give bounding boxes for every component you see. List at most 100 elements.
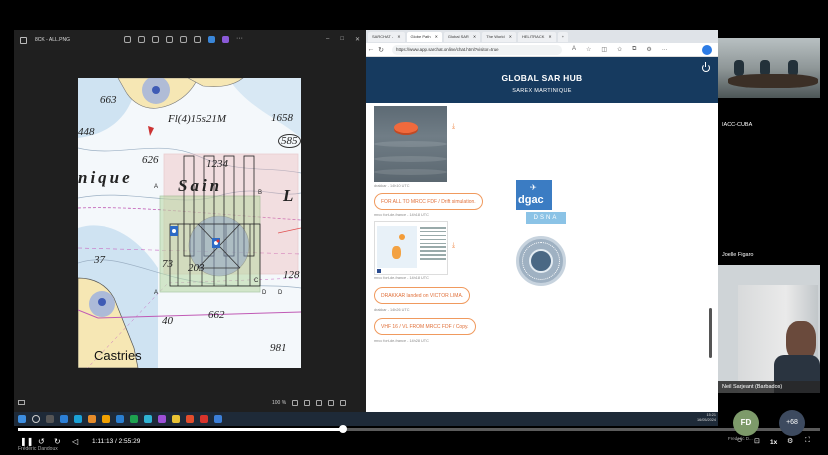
- scrollbar[interactable]: [709, 308, 712, 358]
- chat-message[interactable]: VHF 16 / VL FROM MRCC FDF / Copy.: [374, 318, 476, 335]
- new-tab-button[interactable]: +: [557, 31, 569, 42]
- task-view-icon[interactable]: [46, 415, 54, 423]
- close-tab-icon[interactable]: ✕: [435, 34, 438, 39]
- download-icon[interactable]: ⤓: [452, 123, 455, 131]
- logout-power-icon[interactable]: [702, 62, 710, 72]
- maximize-icon[interactable]: □: [340, 36, 344, 43]
- screen: 8CK - ALL.PNG ··· – □ ✕ 100 % 663 448 62…: [0, 0, 828, 455]
- app-icon[interactable]: [102, 415, 110, 423]
- tab-the-world[interactable]: The World ✕: [482, 31, 516, 42]
- app-icon[interactable]: [130, 415, 138, 423]
- play-pause-icon[interactable]: ❚❚: [20, 437, 33, 446]
- delete-icon[interactable]: [152, 36, 159, 43]
- more-options-icon[interactable]: ···: [236, 35, 246, 43]
- minimize-icon[interactable]: –: [326, 36, 329, 43]
- filmstrip-icon[interactable]: [18, 400, 25, 405]
- playback-speed[interactable]: 1x: [770, 439, 777, 446]
- progress-knob[interactable]: [338, 425, 347, 433]
- chat-document-thumbnail[interactable]: [374, 221, 448, 275]
- depth-label: 1658: [271, 112, 293, 124]
- close-icon[interactable]: ✕: [355, 36, 360, 43]
- split-screen-icon[interactable]: ◫: [601, 46, 607, 53]
- close-tab-icon[interactable]: ✕: [509, 34, 512, 39]
- dgac-logo: ✈ dgac DSNA: [516, 180, 566, 232]
- sector-marker: A: [154, 290, 159, 296]
- back-icon[interactable]: ←: [366, 46, 376, 53]
- designer-icon[interactable]: [222, 36, 229, 43]
- app-icon[interactable]: [214, 415, 222, 423]
- sector-marker: A: [154, 184, 159, 190]
- app-icon[interactable]: [186, 415, 194, 423]
- captions-icon[interactable]: ⊡: [754, 437, 760, 445]
- video-tile-iacc-cuba[interactable]: [718, 38, 820, 98]
- chat-message[interactable]: DRAKKAR landed on VICTOR LIMA.: [374, 287, 471, 304]
- read-aloud-icon[interactable]: A: [572, 46, 576, 53]
- app-icon[interactable]: [74, 415, 82, 423]
- gallery-icon[interactable]: [20, 36, 27, 44]
- refresh-icon[interactable]: ↻: [376, 46, 386, 54]
- url-field[interactable]: https://www.app.sarchat.online/chat.html…: [392, 44, 562, 55]
- system-clock[interactable]: 15:21 16/05/2024: [697, 413, 716, 423]
- app-icon[interactable]: [60, 415, 68, 423]
- favorites-icon[interactable]: ✩: [617, 46, 622, 53]
- app-icon[interactable]: [200, 415, 208, 423]
- chat-photo-liferaft[interactable]: [374, 106, 447, 182]
- cloud-icon[interactable]: [208, 36, 215, 43]
- tab-global-sar[interactable]: Global SAR ✕: [443, 31, 481, 42]
- app-icon[interactable]: [88, 415, 96, 423]
- fullscreen-icon[interactable]: [340, 400, 346, 406]
- town-name: Castries: [94, 348, 142, 363]
- start-icon[interactable]: [18, 415, 26, 423]
- settings-gear-icon[interactable]: ⚙: [787, 437, 793, 445]
- download-icon[interactable]: ⤓: [452, 242, 455, 250]
- app-icon[interactable]: [172, 415, 180, 423]
- reactions-icon[interactable]: ☺: [736, 437, 743, 444]
- zoom-out-icon[interactable]: [292, 400, 298, 406]
- collections-icon[interactable]: ⧉: [632, 46, 636, 53]
- participant-name: IACC-CUBA: [722, 122, 753, 128]
- viewer-statusbar: 100 %: [14, 394, 366, 412]
- progress-fill: [18, 428, 343, 431]
- zoom-in-icon[interactable]: [304, 400, 310, 406]
- playback-progress-bar[interactable]: [18, 425, 820, 433]
- browser-menu-icon[interactable]: …: [662, 46, 668, 53]
- video-tile-barbados[interactable]: Neil Sarjeant (Barbados): [718, 265, 820, 393]
- depth-label: 626: [142, 154, 159, 166]
- chat-message[interactable]: FOR ALL TO MRCC FDF / Drift simulation.: [374, 193, 483, 210]
- rewind-icon[interactable]: ↺: [38, 437, 45, 446]
- url-text: https://www.app.sarchat.online/chat.html…: [396, 47, 499, 52]
- viewer-toolbar: ···: [124, 35, 246, 43]
- place-name: L: [283, 186, 297, 205]
- fit-window-icon[interactable]: [316, 400, 322, 406]
- copilot-icon[interactable]: [702, 45, 712, 55]
- message-text: VHF 16 / VL FROM MRCC FDF / Copy.: [381, 323, 469, 330]
- app-icon[interactable]: [158, 415, 166, 423]
- edit-icon[interactable]: [124, 36, 131, 43]
- viewer-filename: 8CK - ALL.PNG: [35, 37, 71, 43]
- tab-helitrack[interactable]: HELITRACK ✕: [517, 31, 556, 42]
- forward-icon[interactable]: ↻: [54, 437, 61, 446]
- print-icon[interactable]: [194, 36, 201, 43]
- close-tab-icon[interactable]: ✕: [548, 34, 551, 39]
- search-icon[interactable]: [32, 415, 40, 423]
- close-tab-icon[interactable]: ✕: [397, 34, 400, 39]
- rotate-icon[interactable]: [138, 36, 145, 43]
- info-icon[interactable]: [180, 36, 187, 43]
- fullscreen-icon[interactable]: ⛶: [805, 437, 810, 445]
- app-icon[interactable]: [116, 415, 124, 423]
- tab-sarchat[interactable]: SARCHAT - ✕: [368, 31, 405, 42]
- tab-globe-path[interactable]: Globe Path ✕: [406, 31, 442, 42]
- host-name: Frédéric Dandoux: [18, 446, 58, 452]
- favorite-star-icon[interactable]: ☆: [586, 46, 591, 53]
- sector-marker: B: [258, 190, 263, 196]
- more-participants-badge[interactable]: +68: [779, 410, 805, 436]
- volume-icon[interactable]: ◁: [72, 437, 78, 446]
- depth-label: 203: [188, 262, 205, 274]
- favorite-icon[interactable]: [166, 36, 173, 43]
- extensions-icon[interactable]: ⚙: [646, 46, 651, 53]
- sector-marker: D: [262, 290, 267, 296]
- close-tab-icon[interactable]: ✕: [473, 34, 476, 39]
- app-icon[interactable]: [144, 415, 152, 423]
- actual-size-icon[interactable]: [328, 400, 334, 406]
- avatar[interactable]: FD: [733, 410, 759, 436]
